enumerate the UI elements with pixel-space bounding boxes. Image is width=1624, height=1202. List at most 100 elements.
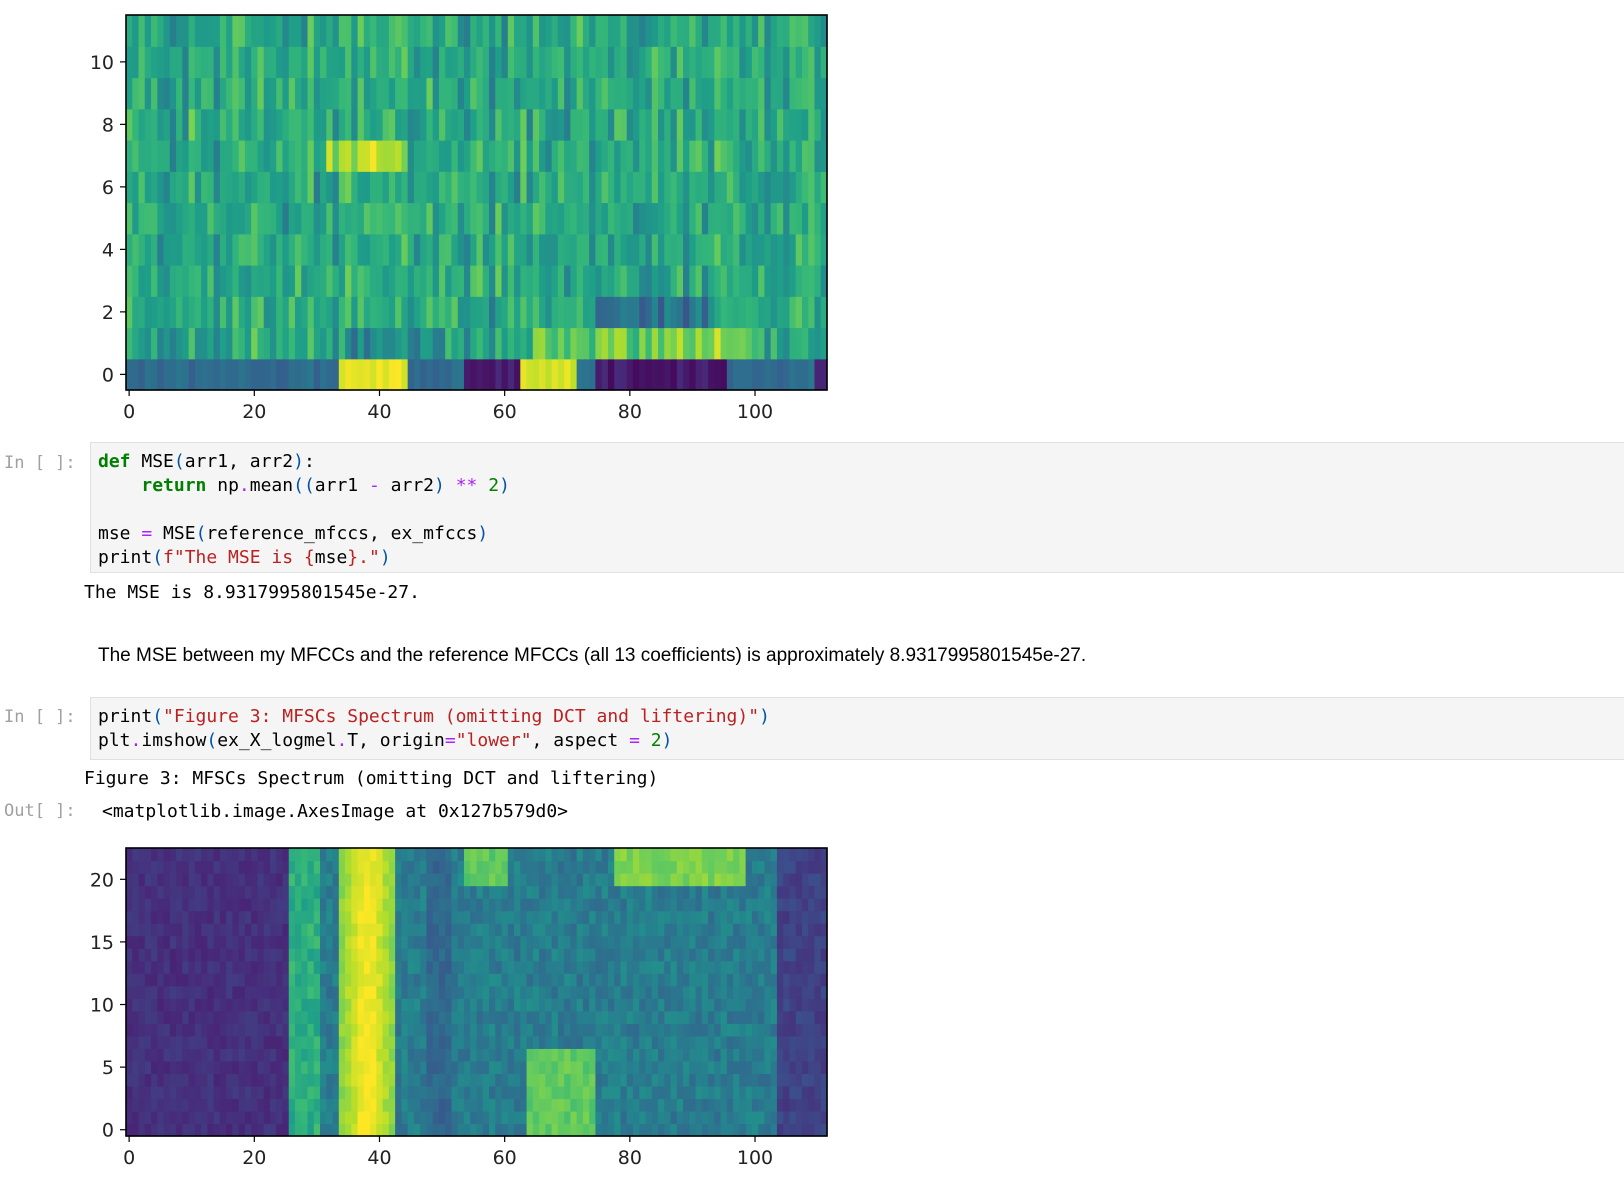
heatmap-cell	[814, 265, 822, 297]
heatmap-cell	[783, 973, 791, 987]
heatmap-cell	[683, 202, 690, 235]
heatmap-cell	[701, 296, 709, 329]
heatmap-cell	[776, 77, 784, 110]
heatmap-cell	[783, 923, 791, 937]
heatmap-cell	[169, 885, 177, 899]
heatmap-cell	[238, 948, 246, 962]
heatmap-cell	[545, 998, 553, 1012]
heatmap-cell	[714, 327, 722, 360]
heatmap-cell	[370, 948, 377, 962]
heatmap-cell	[632, 202, 640, 235]
heatmap-cell	[651, 848, 659, 862]
heatmap-cell	[595, 171, 603, 204]
heatmap-cell	[151, 860, 158, 874]
heatmap-cell	[257, 202, 265, 235]
heatmap-cell	[207, 898, 215, 912]
heatmap-cell	[651, 1110, 659, 1125]
heatmap-cell	[776, 1073, 784, 1087]
heatmap-cell	[357, 935, 365, 949]
heatmap-cell	[332, 171, 340, 204]
heatmap-cell	[670, 1048, 678, 1062]
heatmap-cell	[808, 108, 816, 141]
heatmap-cell	[219, 885, 227, 899]
heatmap-cell	[320, 1110, 327, 1125]
heatmap-cell	[169, 1023, 177, 1037]
heatmap-cell	[758, 1098, 766, 1112]
heatmap-cell	[370, 358, 377, 391]
heatmap-cell	[382, 935, 390, 949]
heatmap-cell	[401, 1060, 409, 1074]
heatmap-cell	[407, 1060, 415, 1074]
heatmap-cell	[320, 960, 327, 974]
heatmap-cell	[570, 1123, 578, 1137]
code-editor[interactable]: def MSE(arr1, arr2): return np.mean((arr…	[90, 442, 1624, 573]
heatmap-cell	[514, 327, 521, 360]
heatmap-cell	[457, 1073, 465, 1087]
heatmap-cell	[645, 860, 653, 874]
heatmap-cell	[639, 171, 647, 204]
heatmap-cell	[219, 848, 227, 862]
heatmap-cell	[620, 1035, 628, 1049]
heatmap-cell	[126, 1010, 133, 1024]
heatmap-cell	[463, 898, 471, 912]
heatmap-cell	[639, 948, 647, 962]
heatmap-cell	[176, 1023, 183, 1037]
heatmap-cell	[545, 1110, 553, 1125]
heatmap-cell	[326, 1110, 334, 1125]
heatmap-cell	[301, 873, 309, 887]
heatmap-cell	[520, 1060, 528, 1074]
heatmap-cell	[557, 910, 565, 924]
heatmap-cell	[163, 327, 171, 360]
heatmap-cell	[514, 46, 521, 79]
heatmap-cell	[557, 923, 565, 937]
heatmap-cell	[407, 1123, 415, 1137]
heatmap-cell	[708, 1035, 715, 1049]
heatmap-cell	[226, 202, 233, 235]
heatmap-cell	[789, 1060, 797, 1074]
heatmap-cell	[764, 1023, 772, 1037]
heatmap-cell	[351, 960, 359, 974]
heatmap-cell	[557, 1110, 565, 1125]
heatmap-cell	[307, 998, 315, 1012]
heatmap-cell	[582, 15, 590, 47]
heatmap-cell	[801, 910, 809, 924]
heatmap-cell	[188, 960, 196, 974]
heatmap-cell	[232, 46, 240, 79]
heatmap-cell	[351, 233, 359, 266]
heatmap-cell	[520, 1123, 528, 1137]
heatmap-cell	[420, 171, 428, 204]
heatmap-cell	[695, 923, 703, 937]
code-editor[interactable]: print("Figure 3: MFSCs Spectrum (omittin…	[90, 697, 1624, 760]
heatmap-cell	[664, 885, 672, 899]
heatmap-cell	[639, 108, 647, 141]
heatmap-cell	[201, 973, 208, 987]
heatmap-cell	[144, 327, 152, 360]
heatmap-cell	[313, 202, 321, 235]
heatmap-cell	[232, 1073, 240, 1087]
heatmap-cell	[789, 885, 797, 899]
heatmap-cell	[194, 296, 202, 329]
heatmap-cell	[695, 171, 703, 204]
heatmap-cell	[501, 1073, 509, 1087]
heatmap-cell	[683, 948, 690, 962]
heatmap-cell	[370, 202, 377, 235]
heatmap-cell	[238, 898, 246, 912]
heatmap-cell	[176, 77, 183, 110]
heatmap-cell	[551, 1035, 559, 1049]
heatmap-cell	[570, 1023, 578, 1037]
out-prompt: Out[ ]:	[4, 801, 76, 821]
heatmap-cell	[176, 885, 183, 899]
heatmap-cell	[301, 1123, 309, 1137]
heatmap-cell	[426, 1023, 434, 1037]
heatmap-cell	[338, 296, 346, 329]
heatmap-cell	[564, 973, 571, 987]
heatmap-cell	[426, 108, 434, 141]
heatmap-cell	[664, 296, 672, 329]
heatmap-cell	[320, 848, 327, 862]
heatmap-cell	[801, 15, 809, 47]
heatmap-cell	[683, 140, 690, 172]
heatmap-cell	[776, 202, 784, 235]
heatmap-cell	[457, 77, 465, 110]
heatmap-cell	[251, 46, 259, 79]
heatmap-cell	[570, 1035, 578, 1049]
